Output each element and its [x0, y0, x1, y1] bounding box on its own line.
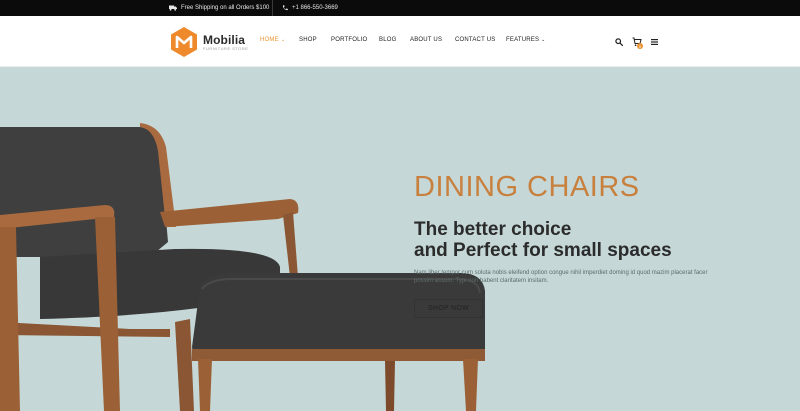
hero-description: Nam liber tempor cum soluta nobis eleife… [414, 269, 800, 285]
phone-icon [282, 5, 288, 11]
cart-count-badge: 0 [637, 43, 643, 49]
nav-item-label: ABOUT US [410, 37, 443, 43]
shop-now-button[interactable]: SHOP NOW [414, 299, 483, 318]
logo-icon[interactable] [168, 26, 200, 58]
menu-icon[interactable] [651, 39, 658, 45]
nav-item-features[interactable]: FEATURES ⌄ [506, 37, 546, 43]
nav-item-label: PORTFOLIO [331, 37, 368, 43]
phone-contact[interactable]: +1 866-550-3669 [282, 0, 338, 16]
nav-item-shop[interactable]: SHOP [299, 37, 317, 43]
shipping-text: Free Shipping on all Orders $100 [181, 5, 270, 11]
nav-item-contact-us[interactable]: CONTACT US [455, 37, 495, 43]
hero-title: DINING CHAIRS [414, 171, 640, 203]
topbar-divider [272, 0, 273, 16]
nav-item-label: CONTACT US [455, 37, 496, 43]
shipping-notice: Free Shipping on all Orders $100 [169, 0, 269, 16]
site-header: Mobilia FURNITURE STORE HOME ⌄ SHOP PORTF… [0, 16, 800, 67]
chair-and-ottoman-image [0, 123, 485, 411]
nav-item-label: SHOP [299, 37, 317, 43]
top-bar: Free Shipping on all Orders $100 +1 866-… [0, 0, 800, 16]
nav-item-blog[interactable]: BLOG [379, 37, 396, 43]
truck-icon [169, 5, 177, 11]
nav-item-about-us[interactable]: ABOUT US [410, 37, 442, 43]
hero-description-line: Nam liber tempor cum soluta nobis eleife… [414, 270, 708, 276]
phone-text[interactable]: +1 866-550-3669 [292, 5, 338, 11]
chevron-down-icon: ⌄ [541, 37, 546, 43]
hero-description-line: possim assum. Typi non habent claritatem… [414, 278, 549, 284]
nav-item-portfolio[interactable]: PORTFOLIO [331, 37, 367, 43]
brand-tagline: FURNITURE STORE [203, 46, 249, 51]
nav-item-label: BLOG [379, 37, 397, 43]
hero-subtitle-line: The better choice [414, 219, 572, 240]
nav-item-label: HOME [260, 37, 279, 43]
brand-name[interactable]: Mobilia [203, 33, 245, 47]
search-icon[interactable] [615, 38, 623, 46]
chevron-down-icon: ⌄ [280, 37, 286, 43]
hero-subtitle: The better choice and Perfect for small … [414, 219, 672, 261]
hero-subtitle-line: and Perfect for small spaces [414, 240, 672, 261]
nav-item-label: FEATURES [506, 37, 540, 43]
nav-item-home[interactable]: HOME ⌄ [260, 37, 285, 43]
hero-slider: DINING CHAIRS The better choice and Perf… [0, 67, 800, 411]
